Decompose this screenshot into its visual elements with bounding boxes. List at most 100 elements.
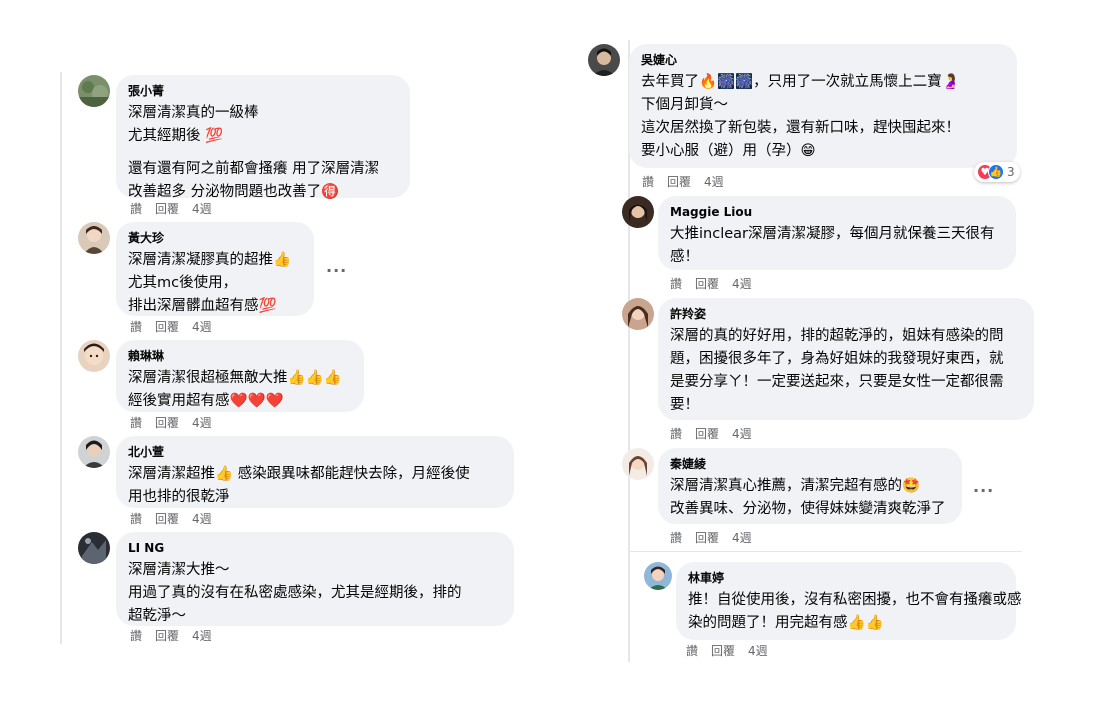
reply-divider: [628, 551, 1022, 552]
comment-text: 是要分享ㄚ！一定要送起來，只要是女性一定都很需: [670, 374, 1004, 390]
commenter-name[interactable]: LI NG: [128, 540, 502, 556]
comment-text: 去年買了🔥🎆🎆，只用了一次就立馬懷上二寶🤰: [641, 74, 960, 90]
reply-link[interactable]: 回覆: [155, 511, 179, 527]
reply-link[interactable]: 回覆: [155, 415, 179, 431]
comment-text: 下個月卸貨～: [641, 97, 728, 113]
like-link[interactable]: 讚: [670, 530, 682, 546]
comment-text: 用也排的很乾淨: [128, 489, 230, 505]
like-link[interactable]: 讚: [130, 201, 142, 217]
commenter-name[interactable]: 許羚姿: [670, 306, 1022, 322]
comment-text: 超乾淨～: [128, 608, 186, 624]
like-link[interactable]: 讚: [130, 511, 142, 527]
avatar[interactable]: [78, 340, 110, 372]
comment-text: 深層清潔真的一級棒: [128, 105, 259, 121]
comment-text: 深層清潔凝膠真的超推👍: [128, 252, 292, 268]
avatar[interactable]: [78, 222, 110, 254]
reply-link[interactable]: 回覆: [155, 201, 179, 217]
commenter-name[interactable]: 秦婕綾: [670, 456, 950, 472]
more-options-icon[interactable]: ···: [973, 483, 994, 499]
avatar[interactable]: [644, 562, 672, 590]
comment-bubble: LI NG 深層清潔大推～ 用過了真的沒有在私密處感染，尤其是經期後，排的 超乾…: [116, 532, 514, 626]
comment-bubble: Maggie Liou 大推inclear深層清潔凝膠，每個月就保養三天很有 感…: [658, 196, 1016, 270]
reply-link[interactable]: 回覆: [695, 530, 719, 546]
timestamp[interactable]: 4週: [192, 628, 212, 644]
comment-text: 深層清潔大推～: [128, 562, 230, 578]
reply-link[interactable]: 回覆: [155, 628, 179, 644]
reply-link[interactable]: 回覆: [155, 319, 179, 335]
comment-bubble: 吳婕心 去年買了🔥🎆🎆，只用了一次就立馬懷上二寶🤰 下個月卸貨～ 這次居然換了新…: [629, 44, 1017, 168]
like-link[interactable]: 讚: [130, 319, 142, 335]
reply-link[interactable]: 回覆: [711, 643, 735, 659]
left-thread-line: [60, 72, 62, 644]
like-link[interactable]: 讚: [686, 643, 698, 659]
comment-actions: 讚回覆 4週: [670, 276, 765, 292]
timestamp[interactable]: 4週: [732, 276, 752, 292]
avatar[interactable]: [622, 298, 654, 330]
comment-text: 深層清潔很超極無敵大推👍👍👍: [128, 370, 342, 386]
reply-link[interactable]: 回覆: [695, 276, 719, 292]
comment-text: 染的問題了！用完超有感👍👍: [688, 615, 884, 631]
reply-link[interactable]: 回覆: [667, 174, 691, 190]
reply-link[interactable]: 回覆: [695, 426, 719, 442]
comment-text: 經後實用超有感❤️❤️❤️: [128, 393, 284, 409]
like-reaction-icon: 👍: [988, 164, 1004, 180]
reaction-count: 3: [1007, 165, 1015, 179]
comment-text: 要小心服（避）用（孕）😁: [641, 143, 816, 159]
commenter-name[interactable]: 黃大珍: [128, 230, 302, 246]
avatar[interactable]: [588, 44, 620, 76]
comment-actions: 讚回覆 4週: [130, 201, 225, 217]
commenter-name[interactable]: 吳婕心: [641, 52, 1005, 68]
like-link[interactable]: 讚: [130, 628, 142, 644]
comment-text: 尤其mc後使用，: [128, 275, 238, 291]
avatar[interactable]: [78, 532, 110, 564]
comment-text: 感！: [670, 249, 699, 265]
commenter-name[interactable]: 賴琳琳: [128, 348, 352, 364]
timestamp[interactable]: 4週: [192, 201, 212, 217]
comment-bubble: 張小菁 深層清潔真的一級棒 尤其經期後 💯 還有還有阿之前都會搔癢 用了深層清潔…: [116, 75, 410, 200]
comment-bubble: 北小萱 深層清潔超推👍 感染跟異味都能趕快去除，月經後使 用也排的很乾淨: [116, 436, 514, 508]
comment-text: 要！: [670, 397, 699, 413]
comment-actions: 讚回覆 4週: [686, 643, 781, 659]
comment-actions: 讚回覆 4週: [642, 174, 737, 190]
avatar[interactable]: [622, 448, 654, 480]
timestamp[interactable]: 4週: [704, 174, 724, 190]
avatar[interactable]: [78, 436, 110, 468]
comment-text: 這次居然換了新包裝，還有新口味，趕快囤起來！: [641, 120, 960, 136]
timestamp[interactable]: 4週: [192, 511, 212, 527]
comment-actions: 讚回覆 4週: [130, 415, 225, 431]
timestamp[interactable]: 4週: [748, 643, 768, 659]
comment-text: 尤其經期後 💯: [128, 128, 224, 144]
comment-text: 深層清潔真心推薦，清潔完超有感的🤩: [670, 478, 921, 494]
reaction-summary[interactable]: ♥ 👍 3: [974, 162, 1020, 182]
comment-actions: 讚回覆 4週: [130, 319, 225, 335]
comment-text: 還有還有阿之前都會搔癢 用了深層清潔: [128, 161, 380, 177]
comment-text: 深層清潔超推👍 感染跟異味都能趕快去除，月經後使: [128, 466, 470, 482]
timestamp[interactable]: 4週: [192, 319, 212, 335]
comment-text: 推！自從使用後，沒有私密困擾，也不會有搔癢或感: [688, 592, 1022, 608]
like-link[interactable]: 讚: [670, 276, 682, 292]
comment-bubble: 秦婕綾 深層清潔真心推薦，清潔完超有感的🤩 改善異味、分泌物，使得妹妹變清爽乾淨…: [658, 448, 962, 524]
comment-text: 改善異味、分泌物，使得妹妹變清爽乾淨了: [670, 501, 946, 517]
avatar[interactable]: [622, 196, 654, 228]
commenter-name[interactable]: 張小菁: [128, 83, 398, 99]
comment-actions: 讚回覆 4週: [670, 426, 765, 442]
like-link[interactable]: 讚: [670, 426, 682, 442]
commenter-name[interactable]: 林車婷: [688, 570, 1004, 586]
timestamp[interactable]: 4週: [192, 415, 212, 431]
comment-bubble: 賴琳琳 深層清潔很超極無敵大推👍👍👍 經後實用超有感❤️❤️❤️: [116, 340, 364, 412]
like-link[interactable]: 讚: [642, 174, 654, 190]
timestamp[interactable]: 4週: [732, 530, 752, 546]
commenter-name[interactable]: 北小萱: [128, 444, 502, 460]
timestamp[interactable]: 4週: [732, 426, 752, 442]
comment-actions: 讚回覆 4週: [130, 511, 225, 527]
comment-text: 題，困擾很多年了，身為好姐妹的我發現好東西，就: [670, 351, 1004, 367]
comment-actions: 讚回覆 4週: [130, 628, 225, 644]
comment-text: 排出深層髒血超有感💯: [128, 298, 277, 314]
like-link[interactable]: 讚: [130, 415, 142, 431]
avatar[interactable]: [78, 75, 110, 107]
commenter-name[interactable]: Maggie Liou: [670, 204, 1004, 220]
more-options-icon[interactable]: ···: [326, 263, 347, 279]
comment-text: 深層的真的好好用，排的超乾淨的，姐妹有感染的問: [670, 328, 1004, 344]
comment-bubble: 林車婷 推！自從使用後，沒有私密困擾，也不會有搔癢或感 染的問題了！用完超有感👍…: [676, 562, 1022, 640]
comment-text: 大推inclear深層清潔凝膠，每個月就保養三天很有: [670, 226, 995, 242]
